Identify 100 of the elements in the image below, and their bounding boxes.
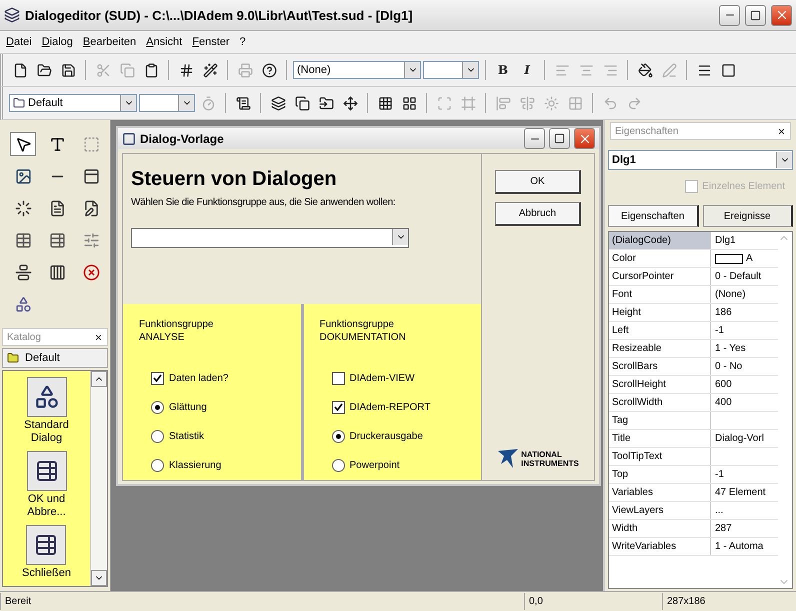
- status-text: 287x186: [662, 593, 796, 610]
- menu-item[interactable]: Datei: [6, 36, 32, 48]
- property-name[interactable]: Variables: [609, 484, 711, 501]
- window-icon: [122, 132, 136, 146]
- tab[interactable]: Eigenschaften: [608, 205, 698, 227]
- dialog-heading: Steuern von Dialogen: [131, 168, 338, 191]
- property-name[interactable]: (DialogCode): [609, 232, 711, 249]
- property-name[interactable]: Left: [609, 322, 711, 339]
- checkbox[interactable]: [332, 372, 344, 385]
- property-name[interactable]: Color: [609, 250, 711, 267]
- radio-label: Statistik: [169, 431, 204, 442]
- window-title: Dialogeditor (SUD) - C:\...\DIAdem 9.0\Libr\Aut\Test.sud - [Dlg1]: [25, 8, 414, 22]
- pointer-icon[interactable]: [10, 132, 36, 156]
- close-icon[interactable]: [777, 126, 786, 136]
- menu-item[interactable]: Fenster: [192, 36, 230, 48]
- folder-icon: [13, 97, 25, 109]
- app-icon: [4, 7, 20, 23]
- radio-button[interactable]: [332, 430, 344, 443]
- property-name[interactable]: ScrollBars: [609, 358, 711, 375]
- property-value[interactable]: 186: [715, 304, 732, 321]
- folder-bar[interactable]: Default: [2, 348, 108, 368]
- catalog-item-label: Standard Dialog: [24, 419, 69, 445]
- property-name[interactable]: CursorPointer: [609, 268, 711, 285]
- dropdown[interactable]: [139, 94, 195, 112]
- property-name[interactable]: WriteVariables: [609, 538, 711, 555]
- property-value[interactable]: 1 - Yes: [715, 340, 746, 357]
- format-button[interactable]: B: [492, 59, 514, 81]
- property-value[interactable]: (None): [715, 286, 746, 303]
- buttons-tile[interactable]: [26, 525, 66, 565]
- buttons-tile[interactable]: [26, 451, 66, 491]
- checkbox[interactable]: [332, 401, 344, 414]
- property-value[interactable]: 600: [715, 376, 732, 393]
- radio-label: Powerpoint: [350, 460, 400, 471]
- property-name[interactable]: ScrollWidth: [609, 394, 711, 411]
- property-value[interactable]: 0 - No: [715, 358, 742, 375]
- property-name[interactable]: Font: [609, 286, 711, 303]
- status-text: Bereit: [0, 593, 524, 610]
- radio-button[interactable]: [151, 459, 164, 472]
- property-name[interactable]: Width: [609, 520, 711, 537]
- panel-title: Katalog: [7, 332, 41, 342]
- close-button[interactable]: [574, 128, 595, 149]
- buttons-icon: [34, 533, 58, 557]
- property-name[interactable]: ScrollHeight: [609, 376, 711, 393]
- logo-tile[interactable]: [26, 377, 66, 417]
- property-value[interactable]: Dlg1: [715, 232, 736, 249]
- property-value[interactable]: 287: [715, 520, 732, 537]
- radio-label: Druckerausgabe: [350, 431, 423, 442]
- close-icon[interactable]: [94, 332, 103, 342]
- property-value[interactable]: ...: [715, 502, 724, 519]
- scrollbar[interactable]: [90, 371, 107, 586]
- radio-button[interactable]: [151, 401, 164, 414]
- property-value[interactable]: -1: [715, 466, 724, 483]
- dialog-button[interactable]: OK: [495, 170, 581, 194]
- tab[interactable]: Ereignisse: [702, 205, 793, 227]
- property-name[interactable]: Top: [609, 466, 711, 483]
- dialog-title: Dialog-Vorlage: [140, 132, 225, 146]
- checkbox-label: Einzelnes Element: [702, 181, 785, 192]
- folder-icon: [7, 352, 19, 364]
- dialog-button[interactable]: Abbruch: [495, 202, 581, 226]
- property-name[interactable]: ToolTipText: [609, 448, 711, 465]
- group-title: Funktionsgruppe ANALYSE: [139, 318, 214, 344]
- checkbox[interactable]: [151, 372, 164, 385]
- menu-item[interactable]: Dialog: [42, 36, 73, 48]
- format-button[interactable]: I: [516, 59, 538, 81]
- property-name[interactable]: ViewLayers: [609, 502, 711, 519]
- dropdown[interactable]: Default: [9, 94, 137, 112]
- menu-item[interactable]: Ansicht: [146, 36, 182, 48]
- group-title: Funktionsgruppe DOKUMENTATION: [320, 318, 407, 344]
- menu-item[interactable]: ?: [240, 36, 246, 48]
- catalog-item-label: OK und Abbre...: [27, 493, 66, 519]
- property-value[interactable]: 1 - Automa: [715, 538, 764, 555]
- property-name[interactable]: Resizeable: [609, 340, 711, 357]
- panel-title: Eigenschaften: [615, 126, 678, 136]
- instruction-text: Wählen Sie die Funktionsgruppe aus, die Sie anwenden wollen:: [131, 197, 396, 208]
- minimize-button[interactable]: [719, 4, 740, 26]
- close-button[interactable]: [771, 4, 792, 26]
- property-value[interactable]: 47 Element: [715, 484, 766, 501]
- property-value[interactable]: A: [746, 250, 753, 267]
- maximize-button[interactable]: [549, 128, 570, 149]
- dropdown[interactable]: [423, 61, 479, 79]
- property-name[interactable]: Height: [609, 304, 711, 321]
- radio-button[interactable]: [332, 459, 344, 472]
- shapes-icon: [34, 384, 60, 410]
- object-dropdown[interactable]: Dlg1: [608, 150, 793, 170]
- maximize-button[interactable]: [745, 4, 766, 26]
- maximize-icon: [750, 10, 761, 20]
- property-value[interactable]: Dialog-Vorl: [715, 430, 764, 447]
- maximize-icon: [554, 133, 565, 144]
- property-value[interactable]: 0 - Default: [715, 268, 762, 285]
- menu-item[interactable]: Bearbeiten: [82, 36, 136, 48]
- checkbox-label: DIAdem-VIEW: [350, 373, 415, 384]
- radio-button[interactable]: [151, 430, 164, 443]
- property-name[interactable]: Title: [609, 430, 711, 447]
- property-name[interactable]: Tag: [609, 412, 711, 429]
- dropdown[interactable]: (None): [293, 61, 421, 79]
- folder-label: Default: [25, 352, 60, 364]
- property-value[interactable]: -1: [715, 322, 724, 339]
- property-value[interactable]: 400: [715, 394, 732, 411]
- group-dropdown[interactable]: [131, 228, 409, 248]
- radio-label: Glättung: [169, 402, 207, 413]
